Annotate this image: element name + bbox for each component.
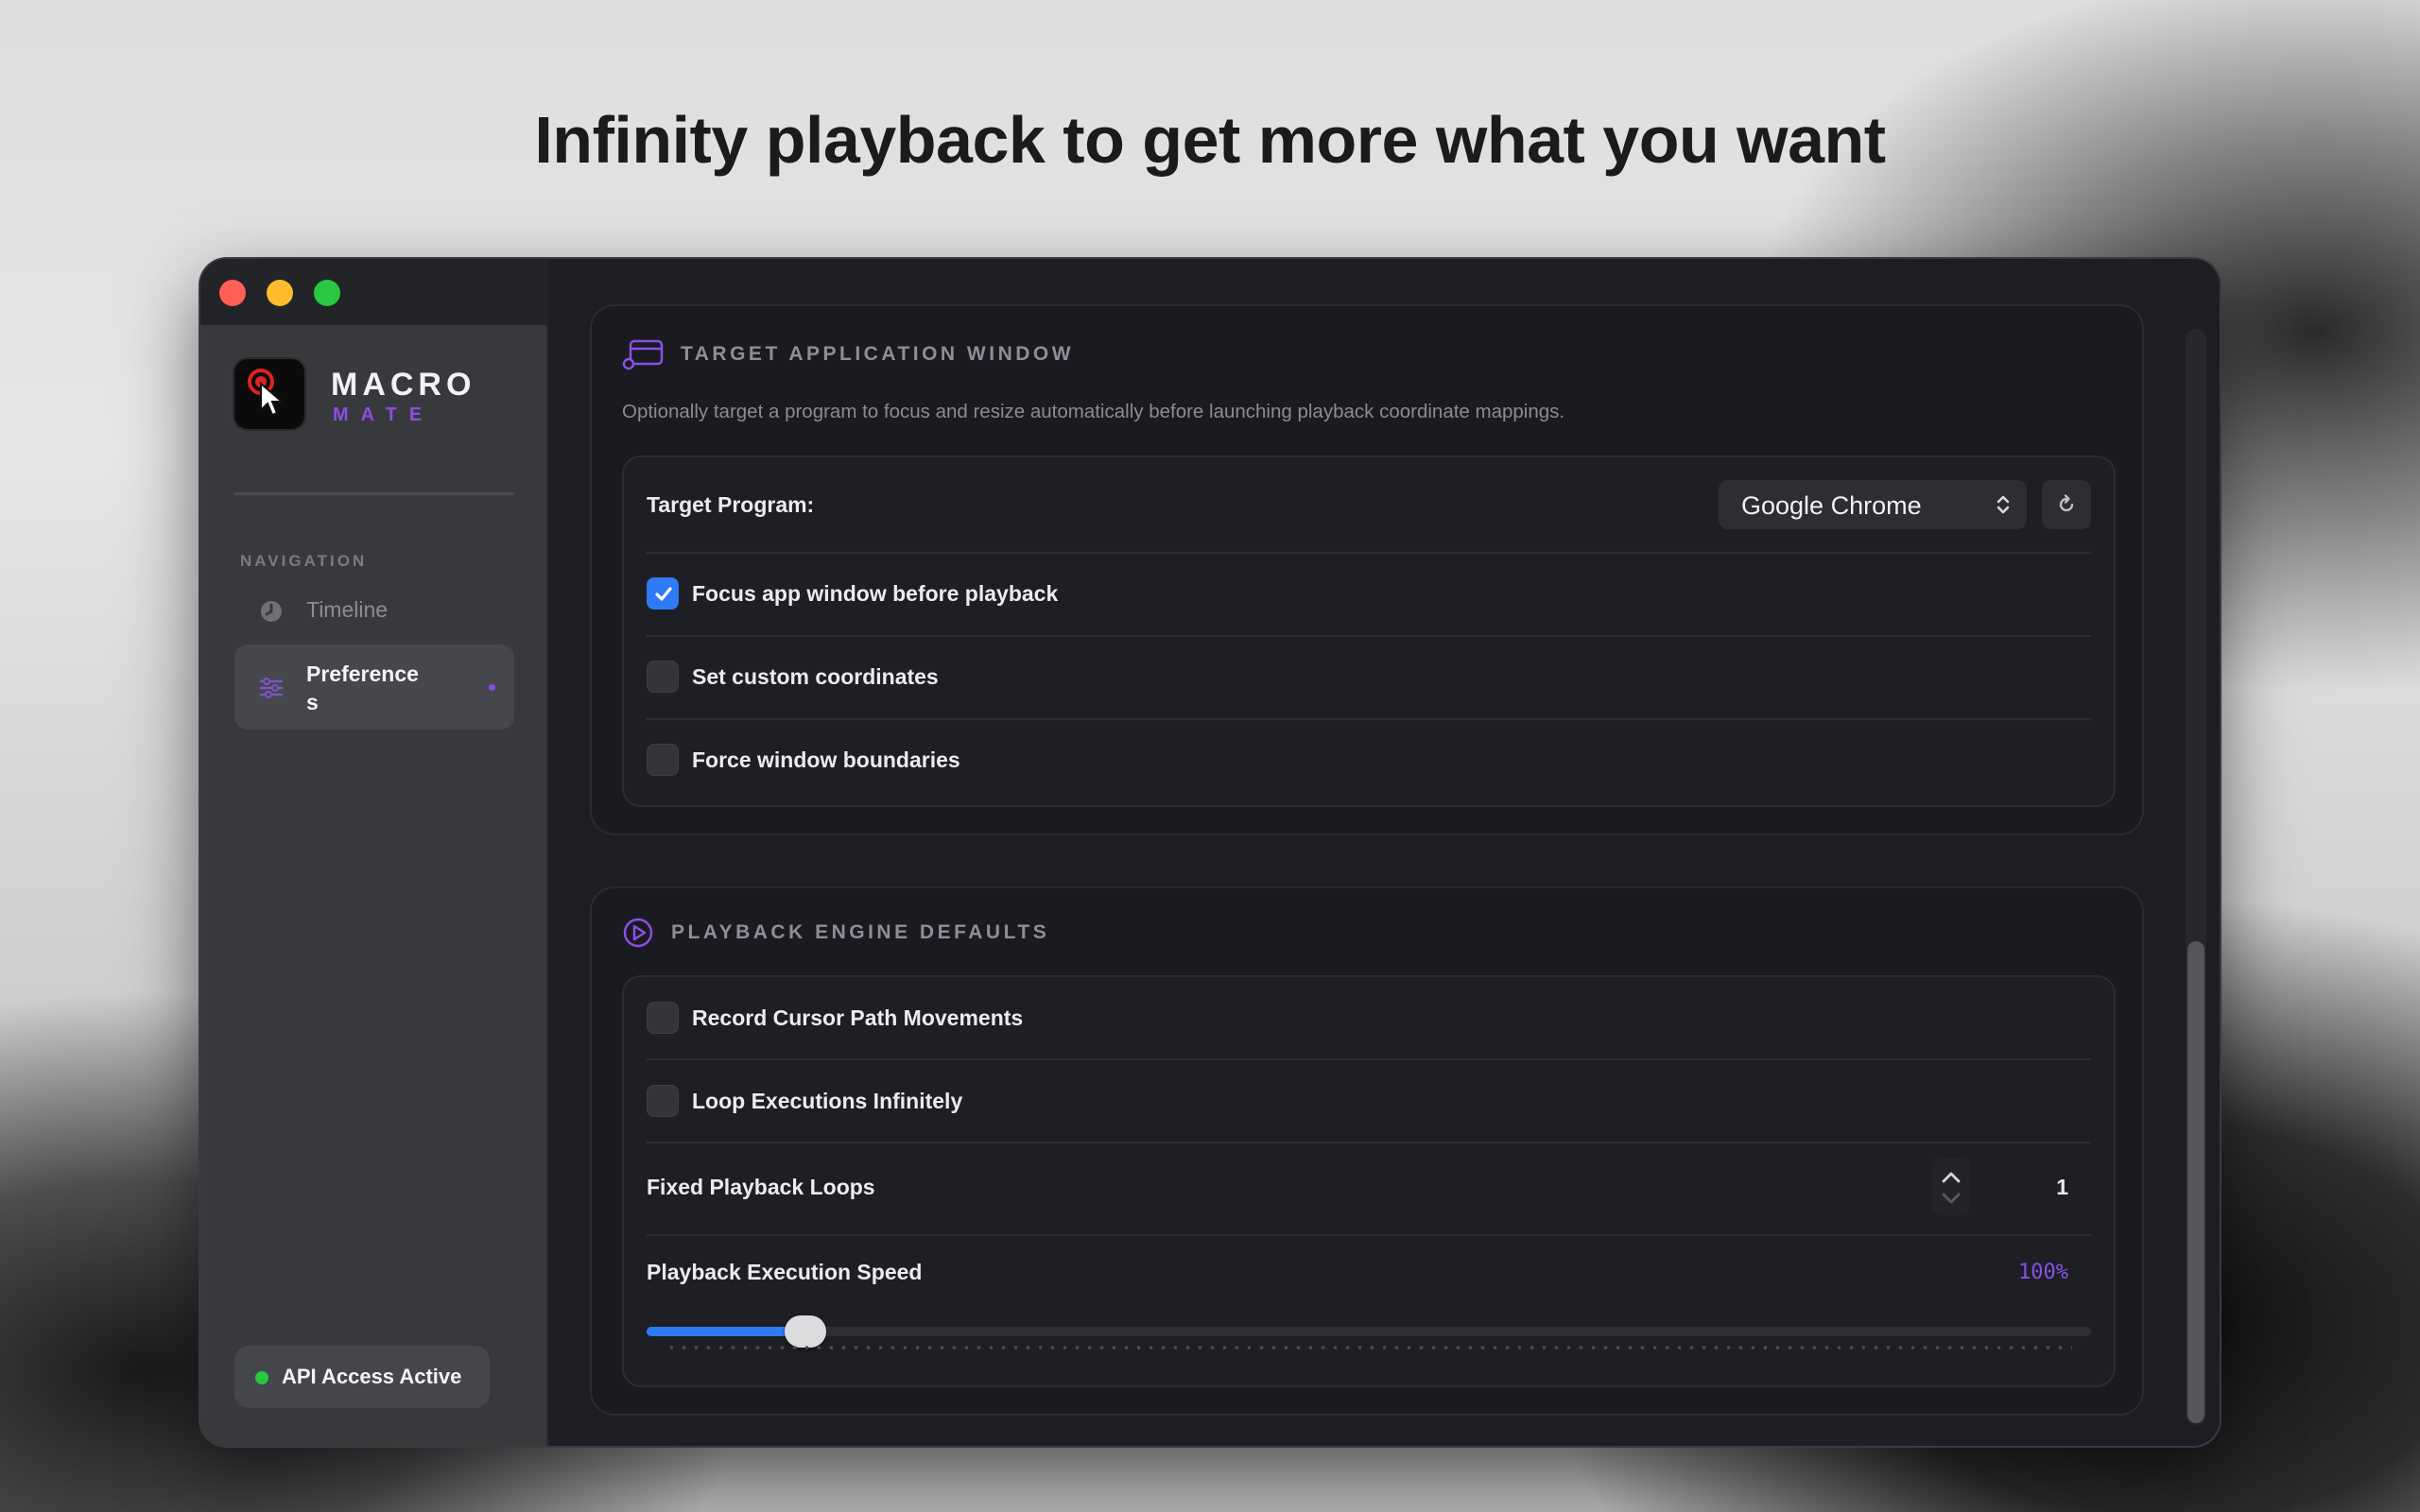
play-circle-icon — [623, 918, 653, 948]
brand-subname: MATE — [333, 404, 435, 425]
window-boundaries-checkbox[interactable] — [647, 744, 679, 776]
option-label: Loop Executions Infinitely — [692, 1088, 963, 1113]
row-divider — [647, 1234, 2091, 1236]
app-window: MACRO MATE NAVIGATION Timeline Preferenc… — [200, 259, 2220, 1446]
updown-chevron-icon — [1996, 495, 2010, 514]
section-title: PLAYBACK ENGINE DEFAULTS — [671, 921, 1050, 943]
target-program-select[interactable]: Google Chrome — [1719, 480, 2027, 529]
option-label: Set custom coordinates — [692, 663, 939, 689]
sidebar: MACRO MATE NAVIGATION Timeline Preferenc… — [200, 259, 548, 1446]
checkmark-icon — [655, 587, 672, 601]
row-divider — [647, 635, 2091, 637]
select-value: Google Chrome — [1741, 491, 1922, 520]
brand-name: MACRO — [331, 367, 476, 403]
option-label: Focus app window before playback — [692, 580, 1059, 606]
page-headline: Infinity playback to get more what you w… — [534, 103, 1886, 177]
fixed-loops-label: Fixed Playback Loops — [647, 1174, 875, 1199]
scrollbar[interactable] — [2186, 329, 2206, 1425]
speed-row: Playback Execution Speed 100% — [647, 1253, 2091, 1291]
speed-slider[interactable] — [647, 1315, 2091, 1348]
sidebar-divider — [234, 492, 514, 495]
refresh-icon — [2059, 494, 2074, 512]
sidebar-item-label: Timeline — [306, 597, 389, 622]
speed-slider-ticks — [666, 1346, 2072, 1349]
section-title: TARGET APPLICATION WINDOW — [681, 343, 1075, 365]
active-indicator-dot — [489, 684, 495, 691]
option-row-custom-coordinates[interactable]: Set custom coordinates — [647, 655, 2091, 698]
close-window-button[interactable] — [219, 280, 246, 306]
minimize-window-button[interactable] — [267, 280, 293, 306]
custom-coordinates-checkbox[interactable] — [647, 661, 679, 693]
preferences-panel: TARGET APPLICATION WINDOW Optionally tar… — [548, 259, 2220, 1446]
playback-engine-card: PLAYBACK ENGINE DEFAULTS Record Cursor P… — [590, 886, 2144, 1416]
nav-section-label: NAVIGATION — [240, 552, 368, 570]
focus-window-checkbox[interactable] — [647, 577, 679, 610]
engine-options-group: Record Cursor Path Movements Loop Execut… — [622, 975, 2116, 1387]
option-row-window-boundaries[interactable]: Force window boundaries — [647, 738, 2091, 782]
scrollbar-thumb[interactable] — [2187, 941, 2204, 1423]
sidebar-item-timeline[interactable]: Timeline — [234, 580, 514, 639]
window-target-icon — [622, 339, 664, 370]
section-description: Optionally target a program to focus and… — [622, 401, 1565, 422]
option-row-loop-infinitely[interactable]: Loop Executions Infinitely — [647, 1079, 2091, 1123]
zoom-window-button[interactable] — [314, 280, 340, 306]
section-header: PLAYBACK ENGINE DEFAULTS — [622, 917, 1049, 949]
target-program-label: Target Program: — [647, 491, 815, 517]
loops-stepper[interactable] — [1932, 1159, 1970, 1215]
speed-slider-fill — [647, 1327, 806, 1336]
app-logo — [233, 357, 306, 431]
status-dot-icon — [255, 1371, 268, 1384]
api-status-text: API Access Active — [282, 1365, 462, 1388]
sidebar-item-preferences[interactable]: Preferences — [234, 644, 514, 730]
speed-slider-thumb[interactable] — [785, 1315, 827, 1348]
refresh-programs-button[interactable] — [2042, 480, 2091, 529]
section-header: TARGET APPLICATION WINDOW — [622, 338, 1074, 370]
speed-value: 100% — [2018, 1260, 2068, 1284]
sliders-icon — [259, 678, 284, 698]
row-divider — [647, 552, 2091, 554]
row-divider — [647, 718, 2091, 720]
stepper-arrows-icon — [1932, 1159, 1970, 1215]
fixed-loops-row: Fixed Playback Loops 1 — [647, 1159, 2091, 1215]
titlebar — [200, 259, 548, 325]
sidebar-item-label: Preferences — [306, 662, 419, 714]
row-divider — [647, 1142, 2091, 1143]
speed-label: Playback Execution Speed — [647, 1259, 923, 1284]
option-label: Force window boundaries — [692, 747, 960, 772]
api-status-badge: API Access Active — [234, 1346, 490, 1408]
loops-value[interactable]: 1 — [2056, 1175, 2068, 1200]
option-label: Record Cursor Path Movements — [692, 1005, 1024, 1030]
option-row-focus[interactable]: Focus app window before playback — [647, 572, 2091, 615]
loop-infinitely-checkbox[interactable] — [647, 1085, 679, 1117]
target-application-card: TARGET APPLICATION WINDOW Optionally tar… — [590, 304, 2144, 835]
row-divider — [647, 1058, 2091, 1060]
cursor-arrow-icon — [260, 382, 285, 417]
record-cursor-checkbox[interactable] — [647, 1002, 679, 1034]
clock-icon — [261, 601, 282, 622]
option-row-record-cursor[interactable]: Record Cursor Path Movements — [647, 996, 2091, 1040]
target-options-group: Target Program: Google Chrome Focus app … — [622, 455, 2116, 807]
